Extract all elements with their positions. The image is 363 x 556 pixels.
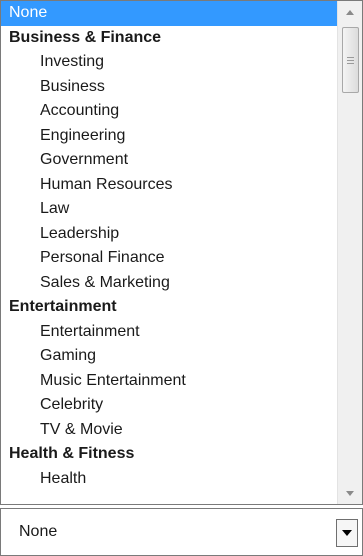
select-value: None — [19, 523, 58, 540]
list-option[interactable]: Accounting — [1, 99, 338, 124]
list-option[interactable]: Gaming — [1, 344, 338, 369]
list-option[interactable]: Music Entertainment — [1, 369, 338, 394]
list-option[interactable]: Investing — [1, 50, 338, 75]
scroll-thumb[interactable] — [342, 27, 359, 93]
list-option[interactable]: Personal Finance — [1, 246, 338, 271]
listbox-scrollbar[interactable] — [337, 1, 362, 504]
list-option[interactable]: Leadership — [1, 222, 338, 247]
option-group-label[interactable]: Business & Finance — [1, 26, 338, 51]
list-option[interactable]: Law — [1, 197, 338, 222]
arrow-down-icon — [346, 490, 354, 496]
scroll-down-button[interactable] — [338, 482, 362, 504]
list-option[interactable]: Business — [1, 75, 338, 100]
category-select[interactable]: None — [0, 508, 363, 556]
options-list[interactable]: None Business & Finance Investing Business A… — [1, 1, 338, 504]
list-option[interactable]: Human Resources — [1, 173, 338, 198]
list-option[interactable]: TV & Movie — [1, 418, 338, 443]
grip-line — [347, 59, 354, 61]
list-option[interactable]: None — [1, 1, 338, 26]
scroll-up-button[interactable] — [338, 1, 362, 23]
option-group-label[interactable]: Health & Fitness — [1, 442, 338, 467]
grip-line — [347, 62, 354, 64]
option-group-label[interactable]: Entertainment — [1, 295, 338, 320]
list-option[interactable]: Government — [1, 148, 338, 173]
list-option[interactable]: Health — [1, 467, 338, 492]
grip-line — [347, 56, 354, 58]
arrow-up-icon — [346, 9, 354, 15]
list-option[interactable]: Sales & Marketing — [1, 271, 338, 296]
list-option[interactable]: Celebrity — [1, 393, 338, 418]
chevron-down-icon — [342, 530, 352, 536]
category-listbox[interactable]: None Business & Finance Investing Business A… — [0, 0, 363, 505]
dropdown-button[interactable] — [336, 519, 358, 547]
list-option[interactable]: Entertainment — [1, 320, 338, 345]
list-option[interactable]: Engineering — [1, 124, 338, 149]
